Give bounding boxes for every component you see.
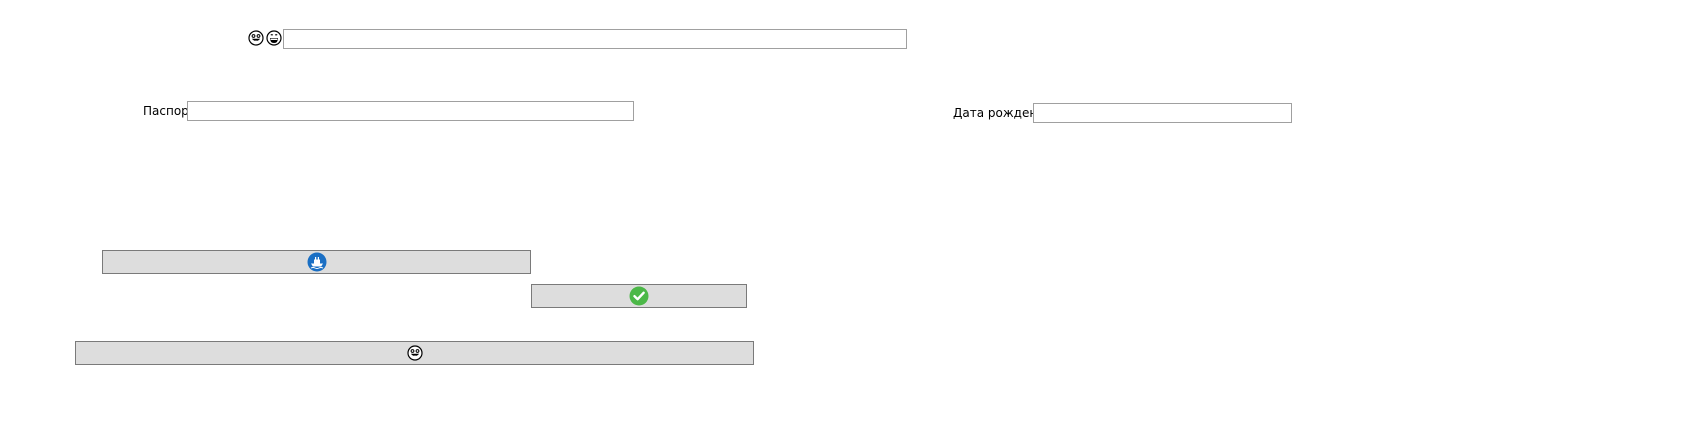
ship-button[interactable] (102, 250, 531, 274)
grinning-tongue-face-icon (248, 30, 264, 46)
ship-icon (307, 252, 327, 272)
checkmark-icon (629, 286, 649, 306)
grinning-face-icon (266, 30, 282, 46)
passport-input[interactable] (187, 101, 634, 121)
emoji-button[interactable] (75, 341, 754, 365)
grinning-tongue-face-icon (406, 345, 423, 361)
birth-date-input[interactable] (1033, 103, 1292, 123)
confirm-button[interactable] (531, 284, 747, 308)
top-text-input[interactable] (283, 29, 907, 49)
